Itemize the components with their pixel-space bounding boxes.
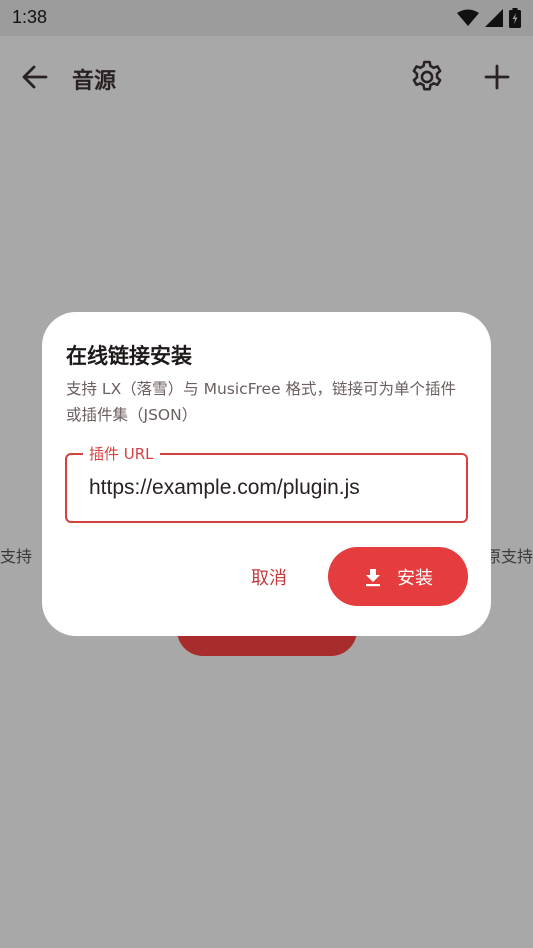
status-time: 1:38	[12, 7, 48, 27]
app-bar: 音源	[0, 36, 533, 120]
plugin-url-input[interactable]	[89, 472, 449, 504]
install-button-label: 安装	[397, 567, 433, 589]
status-bar: 1:38	[0, 0, 533, 36]
add-icon[interactable]	[480, 60, 514, 94]
dialog-description: 支持 LX（落雪）与 MusicFree 格式，链接可为单个插件或插件集（JSO…	[66, 380, 457, 424]
background-text-right: 原支持	[484, 547, 533, 566]
signal-icon	[485, 9, 503, 27]
battery-icon	[509, 8, 521, 28]
wifi-icon	[457, 9, 479, 26]
install-dialog: 在线链接安装 支持 LX（落雪）与 MusicFree 格式，链接可为单个插件或…	[42, 312, 491, 636]
install-button[interactable]: 安装	[328, 547, 468, 606]
cancel-button[interactable]: 取消	[232, 555, 306, 599]
status-icons	[457, 8, 521, 28]
download-icon	[366, 568, 380, 586]
plugin-url-label: 插件 URL	[83, 443, 160, 464]
back-arrow-icon[interactable]	[18, 60, 52, 94]
plugin-url-field[interactable]: 插件 URL	[65, 443, 468, 523]
background-text-left: 支持	[0, 547, 33, 566]
dialog-title: 在线链接安装	[66, 344, 192, 368]
gear-icon[interactable]	[408, 58, 446, 96]
page-title: 音源	[72, 69, 117, 94]
